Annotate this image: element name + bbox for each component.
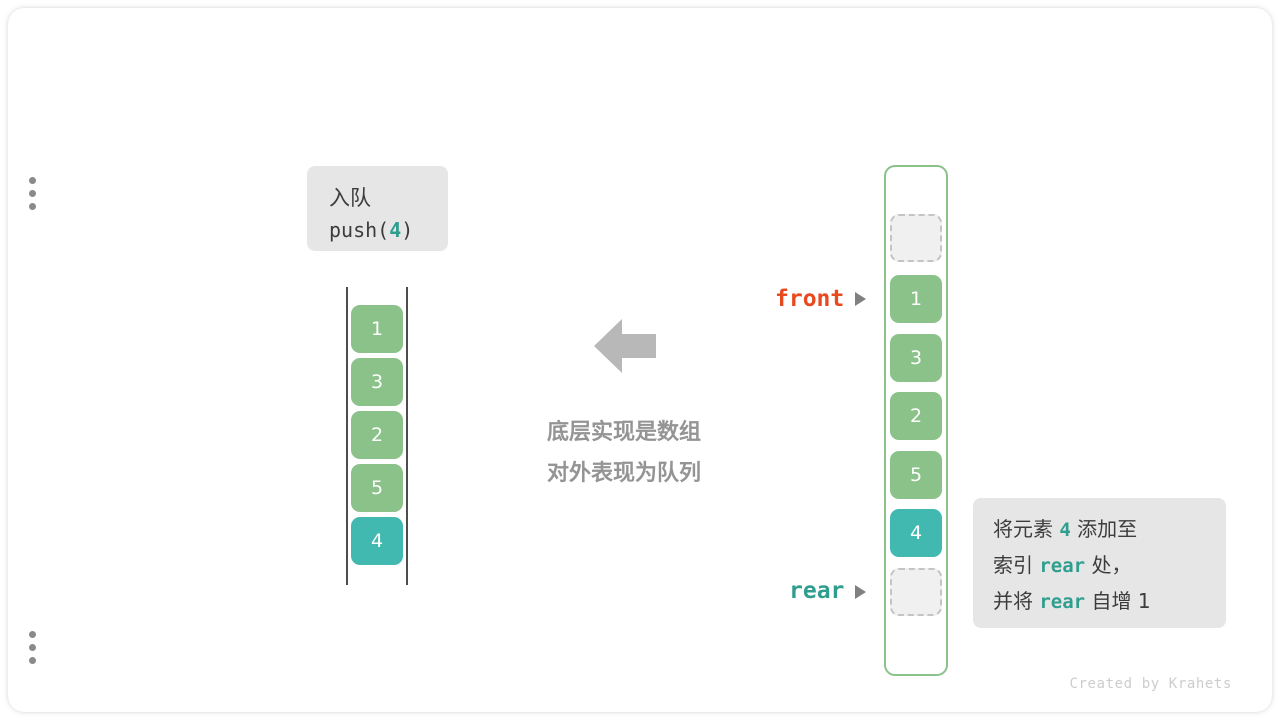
queue-cell: 1 xyxy=(351,305,403,353)
note-l3-var: rear xyxy=(1039,591,1086,613)
rear-pointer-label: rear xyxy=(789,578,845,604)
queue-cell: 3 xyxy=(351,358,403,406)
center-caption-line2: 对外表现为队列 xyxy=(546,461,701,486)
front-pointer-label: front xyxy=(775,286,845,312)
push-code-prefix: push( xyxy=(329,218,390,242)
ellipsis-dot xyxy=(29,190,36,197)
center-caption: 底层实现是数组 对外表现为队列 xyxy=(500,412,748,494)
ellipsis-dot xyxy=(29,644,36,651)
center-caption-line1: 底层实现是数组 xyxy=(546,420,701,445)
queue-cell-new: 4 xyxy=(351,517,403,565)
note-l2-b: 处， xyxy=(1085,553,1132,577)
array-cell: 2 xyxy=(890,392,942,440)
ellipsis-dot xyxy=(29,177,36,184)
vertical-ellipsis-icon-top xyxy=(29,177,36,216)
array-cell: 3 xyxy=(890,334,942,382)
vertical-ellipsis-icon-bottom xyxy=(29,631,36,670)
ellipsis-dot xyxy=(29,203,36,210)
front-pointer-arrow-icon xyxy=(855,292,866,306)
note-l2-var: rear xyxy=(1039,555,1086,577)
diagram-canvas: 入队 push(4) 1 3 2 5 4 底层实现是数组 对外表现为队列 1 3… xyxy=(0,0,1280,720)
push-callout-title: 入队 xyxy=(329,186,371,210)
note-line-1: 将元素 4 添加至 xyxy=(993,512,1206,548)
queue-rail-right xyxy=(406,287,408,585)
push-callout-code: push(4) xyxy=(329,214,426,246)
queue-face-column: 1 3 2 5 4 xyxy=(346,287,408,585)
note-l3-b: 自增 1 xyxy=(1085,589,1151,613)
note-l2-a: 索引 xyxy=(993,553,1040,577)
note-callout: 将元素 4 添加至 索引 rear 处， 并将 rear 自增 1 xyxy=(973,498,1226,628)
queue-cell: 2 xyxy=(351,411,403,459)
note-l1-value: 4 xyxy=(1059,519,1071,541)
push-code-suffix: ) xyxy=(401,218,414,242)
credit-text: Created by Krahets xyxy=(1069,676,1232,692)
left-arrow-icon xyxy=(594,317,656,375)
array-cell: 5 xyxy=(890,451,942,499)
array-cell: 1 xyxy=(890,275,942,323)
ellipsis-dot xyxy=(29,657,36,664)
array-cell-empty xyxy=(890,214,942,262)
push-code-value: 4 xyxy=(389,218,402,242)
note-l1-a: 将元素 xyxy=(993,517,1060,541)
note-l3-a: 并将 xyxy=(993,589,1040,613)
push-callout: 入队 push(4) xyxy=(307,166,448,251)
queue-rail-left xyxy=(346,287,348,585)
note-l1-b: 添加至 xyxy=(1070,517,1138,541)
rear-pointer-arrow-icon xyxy=(855,585,866,599)
array-cell-new: 4 xyxy=(890,509,942,557)
note-line-2: 索引 rear 处， xyxy=(993,548,1206,584)
ellipsis-dot xyxy=(29,631,36,638)
queue-cell: 5 xyxy=(351,464,403,512)
array-cell-empty xyxy=(890,568,942,616)
note-line-3: 并将 rear 自增 1 xyxy=(993,584,1206,620)
